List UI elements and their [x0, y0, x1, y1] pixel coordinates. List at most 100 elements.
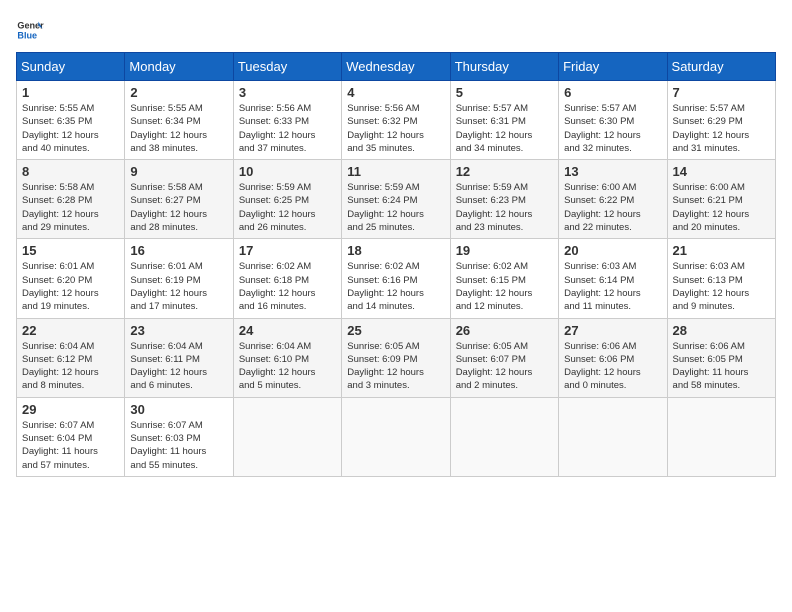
table-row: 1 Sunrise: 5:55 AM Sunset: 6:35 PM Daylig… [17, 81, 125, 160]
table-row [667, 397, 775, 476]
table-row: 29 Sunrise: 6:07 AM Sunset: 6:04 PM Dayli… [17, 397, 125, 476]
day-number: 21 [673, 243, 770, 258]
table-row: 6 Sunrise: 5:57 AM Sunset: 6:30 PM Daylig… [559, 81, 667, 160]
table-row: 27 Sunrise: 6:06 AM Sunset: 6:06 PM Dayli… [559, 318, 667, 397]
day-info: Sunrise: 6:01 AM Sunset: 6:19 PM Dayligh… [130, 260, 227, 313]
day-number: 14 [673, 164, 770, 179]
day-header-sunday: Sunday [17, 53, 125, 81]
table-row: 18 Sunrise: 6:02 AM Sunset: 6:16 PM Dayli… [342, 239, 450, 318]
day-number: 9 [130, 164, 227, 179]
day-header-monday: Monday [125, 53, 233, 81]
table-row: 25 Sunrise: 6:05 AM Sunset: 6:09 PM Dayli… [342, 318, 450, 397]
day-number: 25 [347, 323, 444, 338]
day-info: Sunrise: 6:00 AM Sunset: 6:21 PM Dayligh… [673, 181, 770, 234]
table-row: 9 Sunrise: 5:58 AM Sunset: 6:27 PM Daylig… [125, 160, 233, 239]
day-number: 5 [456, 85, 553, 100]
table-row: 17 Sunrise: 6:02 AM Sunset: 6:18 PM Dayli… [233, 239, 341, 318]
day-info: Sunrise: 6:07 AM Sunset: 6:04 PM Dayligh… [22, 419, 119, 472]
day-number: 27 [564, 323, 661, 338]
day-number: 2 [130, 85, 227, 100]
day-info: Sunrise: 6:00 AM Sunset: 6:22 PM Dayligh… [564, 181, 661, 234]
day-number: 1 [22, 85, 119, 100]
day-info: Sunrise: 6:03 AM Sunset: 6:14 PM Dayligh… [564, 260, 661, 313]
day-info: Sunrise: 5:55 AM Sunset: 6:35 PM Dayligh… [22, 102, 119, 155]
day-number: 30 [130, 402, 227, 417]
day-number: 15 [22, 243, 119, 258]
table-row: 13 Sunrise: 6:00 AM Sunset: 6:22 PM Dayli… [559, 160, 667, 239]
table-row: 12 Sunrise: 5:59 AM Sunset: 6:23 PM Dayli… [450, 160, 558, 239]
logo: General Blue [16, 16, 44, 44]
table-row: 19 Sunrise: 6:02 AM Sunset: 6:15 PM Dayli… [450, 239, 558, 318]
table-row: 15 Sunrise: 6:01 AM Sunset: 6:20 PM Dayli… [17, 239, 125, 318]
day-info: Sunrise: 6:02 AM Sunset: 6:16 PM Dayligh… [347, 260, 444, 313]
table-row: 20 Sunrise: 6:03 AM Sunset: 6:14 PM Dayli… [559, 239, 667, 318]
table-row: 14 Sunrise: 6:00 AM Sunset: 6:21 PM Dayli… [667, 160, 775, 239]
day-number: 17 [239, 243, 336, 258]
day-number: 11 [347, 164, 444, 179]
day-info: Sunrise: 5:57 AM Sunset: 6:31 PM Dayligh… [456, 102, 553, 155]
day-info: Sunrise: 6:04 AM Sunset: 6:12 PM Dayligh… [22, 340, 119, 393]
day-number: 12 [456, 164, 553, 179]
day-header-saturday: Saturday [667, 53, 775, 81]
day-info: Sunrise: 6:01 AM Sunset: 6:20 PM Dayligh… [22, 260, 119, 313]
table-row: 28 Sunrise: 6:06 AM Sunset: 6:05 PM Dayli… [667, 318, 775, 397]
day-number: 28 [673, 323, 770, 338]
table-row: 21 Sunrise: 6:03 AM Sunset: 6:13 PM Dayli… [667, 239, 775, 318]
day-number: 4 [347, 85, 444, 100]
day-info: Sunrise: 6:06 AM Sunset: 6:05 PM Dayligh… [673, 340, 770, 393]
table-row: 11 Sunrise: 5:59 AM Sunset: 6:24 PM Dayli… [342, 160, 450, 239]
calendar-table: SundayMondayTuesdayWednesdayThursdayFrid… [16, 52, 776, 477]
day-number: 22 [22, 323, 119, 338]
day-info: Sunrise: 5:57 AM Sunset: 6:30 PM Dayligh… [564, 102, 661, 155]
day-info: Sunrise: 6:04 AM Sunset: 6:11 PM Dayligh… [130, 340, 227, 393]
day-number: 20 [564, 243, 661, 258]
day-number: 16 [130, 243, 227, 258]
day-info: Sunrise: 6:03 AM Sunset: 6:13 PM Dayligh… [673, 260, 770, 313]
table-row: 16 Sunrise: 6:01 AM Sunset: 6:19 PM Dayli… [125, 239, 233, 318]
day-info: Sunrise: 5:56 AM Sunset: 6:32 PM Dayligh… [347, 102, 444, 155]
table-row: 22 Sunrise: 6:04 AM Sunset: 6:12 PM Dayli… [17, 318, 125, 397]
day-number: 13 [564, 164, 661, 179]
day-number: 3 [239, 85, 336, 100]
day-header-wednesday: Wednesday [342, 53, 450, 81]
table-row: 24Sunrise: 6:04 AM Sunset: 6:10 PM Dayli… [233, 318, 341, 397]
table-row: 23Sunrise: 6:04 AM Sunset: 6:11 PM Dayli… [125, 318, 233, 397]
day-number: 24 [239, 323, 336, 338]
day-info: Sunrise: 5:56 AM Sunset: 6:33 PM Dayligh… [239, 102, 336, 155]
day-info: Sunrise: 6:05 AM Sunset: 6:09 PM Dayligh… [347, 340, 444, 393]
day-info: Sunrise: 5:59 AM Sunset: 6:24 PM Dayligh… [347, 181, 444, 234]
day-info: Sunrise: 5:58 AM Sunset: 6:27 PM Dayligh… [130, 181, 227, 234]
day-info: Sunrise: 6:05 AM Sunset: 6:07 PM Dayligh… [456, 340, 553, 393]
svg-text:Blue: Blue [17, 30, 37, 40]
day-header-thursday: Thursday [450, 53, 558, 81]
day-number: 8 [22, 164, 119, 179]
day-number: 29 [22, 402, 119, 417]
table-row: 30 Sunrise: 6:07 AM Sunset: 6:03 PM Dayli… [125, 397, 233, 476]
day-number: 26 [456, 323, 553, 338]
day-info: Sunrise: 5:58 AM Sunset: 6:28 PM Dayligh… [22, 181, 119, 234]
table-row [342, 397, 450, 476]
day-number: 18 [347, 243, 444, 258]
day-info: Sunrise: 5:55 AM Sunset: 6:34 PM Dayligh… [130, 102, 227, 155]
table-row: 3 Sunrise: 5:56 AM Sunset: 6:33 PM Daylig… [233, 81, 341, 160]
day-info: Sunrise: 6:02 AM Sunset: 6:18 PM Dayligh… [239, 260, 336, 313]
table-row: 10 Sunrise: 5:59 AM Sunset: 6:25 PM Dayli… [233, 160, 341, 239]
day-info: Sunrise: 6:02 AM Sunset: 6:15 PM Dayligh… [456, 260, 553, 313]
day-info: Sunrise: 6:07 AM Sunset: 6:03 PM Dayligh… [130, 419, 227, 472]
table-row: 2 Sunrise: 5:55 AM Sunset: 6:34 PM Daylig… [125, 81, 233, 160]
table-row: 26 Sunrise: 6:05 AM Sunset: 6:07 PM Dayli… [450, 318, 558, 397]
day-number: 19 [456, 243, 553, 258]
table-row [559, 397, 667, 476]
day-header-friday: Friday [559, 53, 667, 81]
day-number: 6 [564, 85, 661, 100]
day-header-tuesday: Tuesday [233, 53, 341, 81]
day-info: Sunrise: 6:06 AM Sunset: 6:06 PM Dayligh… [564, 340, 661, 393]
table-row: 4 Sunrise: 5:56 AM Sunset: 6:32 PM Daylig… [342, 81, 450, 160]
day-info: Sunrise: 5:59 AM Sunset: 6:23 PM Dayligh… [456, 181, 553, 234]
day-number: 10 [239, 164, 336, 179]
table-row [233, 397, 341, 476]
table-row [450, 397, 558, 476]
day-info: Sunrise: 5:59 AM Sunset: 6:25 PM Dayligh… [239, 181, 336, 234]
day-info: Sunrise: 5:57 AM Sunset: 6:29 PM Dayligh… [673, 102, 770, 155]
day-number: 7 [673, 85, 770, 100]
